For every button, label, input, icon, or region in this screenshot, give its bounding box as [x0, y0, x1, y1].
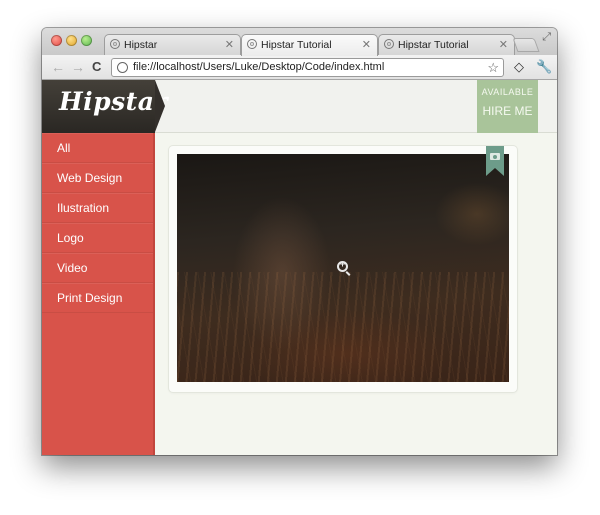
new-tab-button[interactable]	[512, 38, 540, 52]
page-icon	[117, 62, 128, 73]
camera-icon	[490, 153, 500, 160]
forward-arrow-icon[interactable]: →	[71, 58, 85, 76]
bookmark-star-icon[interactable]: ☆	[487, 59, 499, 76]
site-header: Hipstar AVAILABLE HIRE ME	[42, 80, 557, 147]
sidebar-item-web-design[interactable]: Web Design	[42, 163, 153, 193]
portfolio-photo[interactable]	[177, 154, 509, 382]
sidebar-item-all[interactable]: All	[42, 133, 153, 163]
hire-me-ribbon[interactable]: AVAILABLE HIRE ME	[477, 80, 538, 147]
tab-hipstar-tutorial-active[interactable]: Hipstar Tutorial ✕	[241, 34, 378, 56]
browser-window: Hipstar ✕ Hipstar Tutorial ✕ Hipstar Tut…	[42, 28, 557, 455]
zoom-in-icon[interactable]	[337, 259, 348, 272]
sidebar-item-logo[interactable]: Logo	[42, 223, 153, 253]
wrench-icon[interactable]: 🔧	[536, 59, 552, 75]
close-tab-icon[interactable]: ✕	[225, 35, 234, 55]
maximize-window-button[interactable]	[81, 35, 92, 46]
category-sidebar: All Web Design Ilustration Logo Video Pr…	[42, 133, 155, 455]
fullscreen-icon[interactable]: ⤢	[542, 31, 551, 44]
tab-hipstar-tutorial[interactable]: Hipstar Tutorial ✕	[378, 34, 515, 55]
tab-title: Hipstar Tutorial	[261, 39, 332, 51]
reload-icon[interactable]: C	[92, 58, 101, 76]
portfolio-content	[155, 133, 557, 455]
back-arrow-icon[interactable]: ←	[51, 58, 65, 76]
minimize-window-button[interactable]	[66, 35, 77, 46]
url-text: file://localhost/Users/Luke/Desktop/Code…	[133, 61, 385, 73]
tab-strip: Hipstar ✕ Hipstar Tutorial ✕ Hipstar Tut…	[42, 28, 557, 56]
photo-texture	[177, 272, 509, 382]
globe-icon	[110, 39, 120, 49]
sidebar-item-video[interactable]: Video	[42, 253, 153, 283]
extension-tag-icon[interactable]: ◇	[514, 59, 524, 75]
photography-ribbon	[486, 146, 504, 176]
close-tab-icon[interactable]: ✕	[362, 35, 371, 55]
available-label: AVAILABLE	[481, 87, 534, 97]
sidebar-item-illustration[interactable]: Ilustration	[42, 193, 153, 223]
close-tab-icon[interactable]: ✕	[499, 35, 508, 55]
globe-icon	[247, 39, 257, 49]
hire-me-label: HIRE ME	[482, 104, 533, 118]
logo-text: Hipstar	[59, 87, 169, 116]
tab-title: Hipstar	[124, 39, 158, 51]
browser-toolbar: ← → C file://localhost/Users/Luke/Deskto…	[42, 55, 557, 80]
web-page: Hipstar AVAILABLE HIRE ME All Web Design…	[42, 80, 557, 455]
logo[interactable]: Hipstar	[42, 80, 168, 133]
close-window-button[interactable]	[51, 35, 62, 46]
tab-title: Hipstar Tutorial	[398, 39, 469, 51]
sidebar-item-print-design[interactable]: Print Design	[42, 283, 153, 313]
tab-hipstar[interactable]: Hipstar ✕	[104, 34, 241, 55]
globe-icon	[384, 39, 394, 49]
address-bar[interactable]: file://localhost/Users/Luke/Desktop/Code…	[111, 58, 504, 77]
portfolio-item-card[interactable]	[169, 146, 517, 392]
